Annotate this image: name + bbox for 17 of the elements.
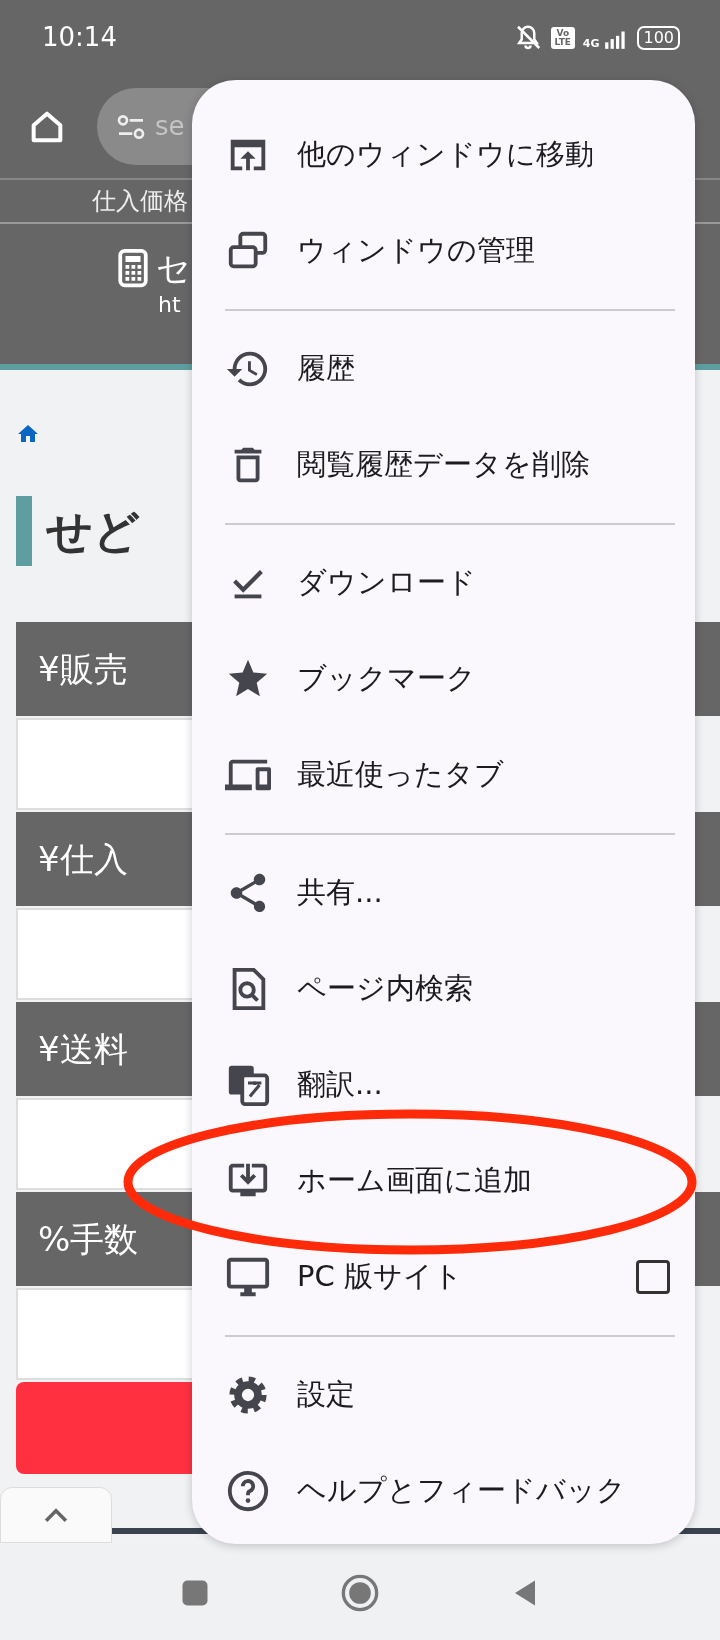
volte-icon: Vo LTE [550, 26, 575, 49]
site-url: ht [158, 291, 182, 319]
menu-item[interactable]: 履歴 [192, 321, 695, 417]
menu-item[interactable]: ウィンドウの管理 [192, 203, 695, 299]
checkbox[interactable] [636, 1260, 670, 1294]
menu-item[interactable]: 他のウィンドウに移動 [192, 107, 695, 203]
network-type: 4G [582, 37, 600, 49]
calculator-icon [118, 248, 148, 288]
site-title: セ [156, 251, 191, 285]
menu-item[interactable]: 設定 [192, 1347, 695, 1443]
help-icon [225, 1468, 271, 1514]
nav-link[interactable]: 仕入価格 [92, 183, 188, 219]
url-text: se [155, 110, 185, 143]
home-button[interactable] [340, 1572, 380, 1613]
clock-time: 10:14 [42, 21, 117, 54]
battery-level: 100 [637, 25, 680, 50]
menu-item[interactable]: ヘルプとフィードバック [192, 1443, 695, 1539]
